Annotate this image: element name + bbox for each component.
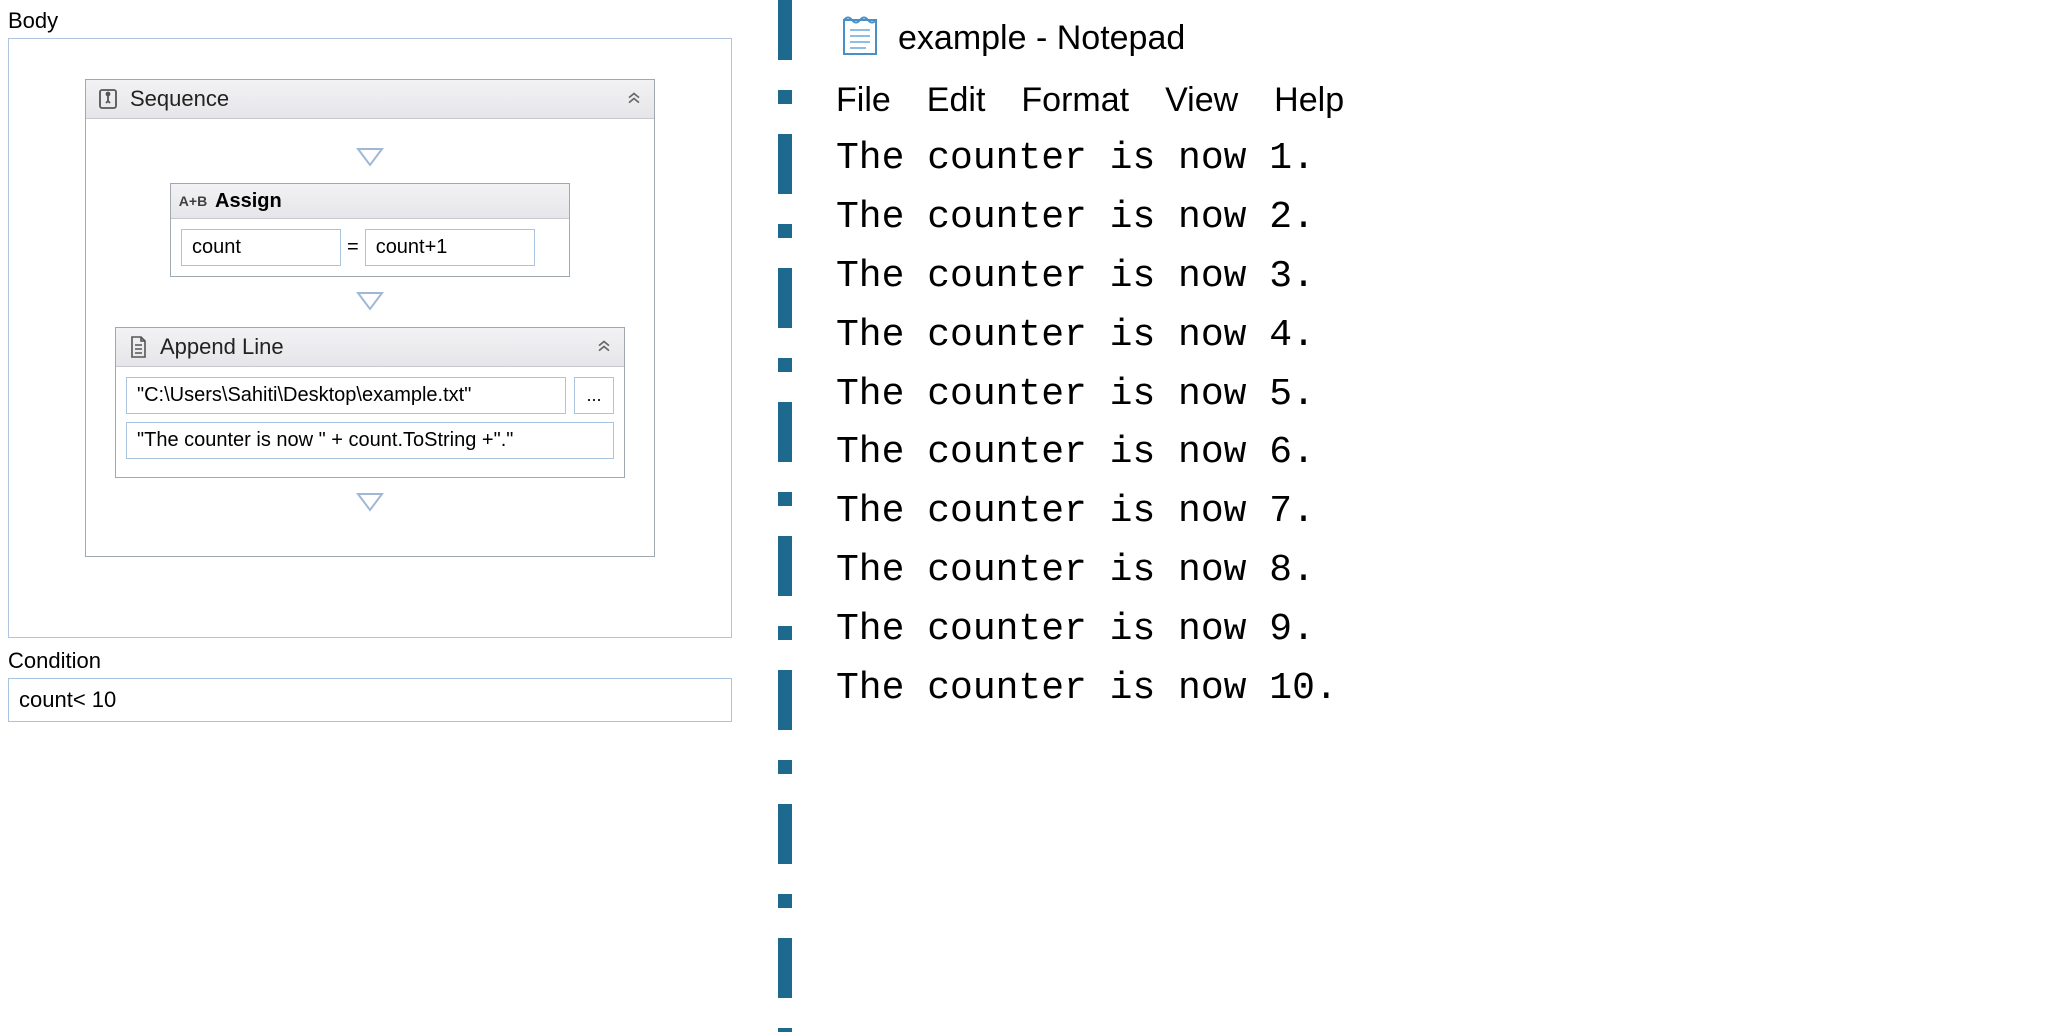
flow-arrow-icon bbox=[96, 291, 644, 313]
append-body: ... bbox=[116, 367, 624, 477]
collapse-icon[interactable] bbox=[594, 334, 614, 360]
notepad-titlebar[interactable]: example - Notepad bbox=[830, 0, 2048, 77]
sequence-activity[interactable]: Sequence A+B Ass bbox=[85, 79, 655, 557]
notepad-content[interactable]: The counter is now 1. The counter is now… bbox=[830, 130, 2048, 719]
body-label: Body bbox=[8, 8, 732, 34]
notepad-window[interactable]: example - Notepad File Edit Format View … bbox=[830, 0, 2048, 1032]
menu-file[interactable]: File bbox=[836, 81, 891, 120]
menu-help[interactable]: Help bbox=[1274, 81, 1344, 120]
assign-target-input[interactable] bbox=[181, 229, 341, 266]
equals-label: = bbox=[347, 236, 359, 259]
collapse-icon[interactable] bbox=[624, 86, 644, 112]
menu-view[interactable]: View bbox=[1165, 81, 1238, 120]
assign-header[interactable]: A+B Assign bbox=[171, 184, 569, 219]
assign-title: Assign bbox=[215, 190, 282, 213]
append-text-input[interactable] bbox=[126, 422, 614, 459]
append-title: Append Line bbox=[160, 334, 284, 360]
flow-arrow-icon bbox=[96, 492, 644, 514]
body-container: Sequence A+B Ass bbox=[8, 38, 732, 638]
notepad-menubar[interactable]: File Edit Format View Help bbox=[830, 77, 2048, 130]
workflow-panel: Body Sequence bbox=[0, 0, 740, 1032]
append-line-activity[interactable]: Append Line ... bbox=[115, 327, 625, 478]
assign-value-input[interactable] bbox=[365, 229, 535, 266]
append-path-input[interactable] bbox=[126, 377, 566, 414]
assign-icon: A+B bbox=[181, 189, 205, 213]
condition-label: Condition bbox=[8, 648, 732, 674]
browse-button[interactable]: ... bbox=[574, 377, 614, 414]
sequence-icon bbox=[96, 87, 120, 111]
notepad-title: example - Notepad bbox=[898, 19, 1185, 58]
condition-input[interactable] bbox=[8, 678, 732, 722]
assign-body: = bbox=[171, 219, 569, 276]
divider bbox=[740, 0, 830, 1032]
condition-section: Condition bbox=[8, 648, 732, 722]
sequence-title: Sequence bbox=[130, 86, 229, 112]
assign-activity[interactable]: A+B Assign = bbox=[170, 183, 570, 277]
append-header[interactable]: Append Line bbox=[116, 328, 624, 367]
flow-arrow-icon bbox=[96, 147, 644, 169]
notepad-icon bbox=[836, 10, 884, 67]
sequence-header[interactable]: Sequence bbox=[86, 80, 654, 119]
menu-edit[interactable]: Edit bbox=[927, 81, 986, 120]
document-icon bbox=[126, 335, 150, 359]
menu-format[interactable]: Format bbox=[1021, 81, 1129, 120]
